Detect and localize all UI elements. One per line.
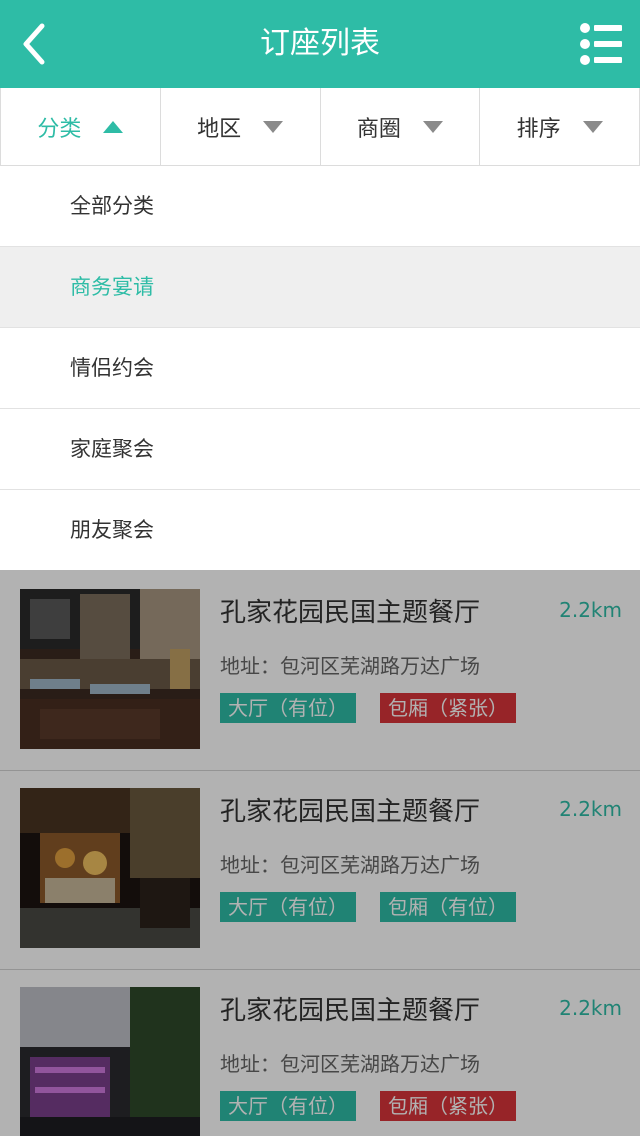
dropdown-option-friends[interactable]: 朋友聚会 <box>0 490 640 570</box>
filter-label: 商圈 <box>356 117 401 142</box>
menu-button[interactable] <box>580 22 624 66</box>
filter-label: 排序 <box>516 117 561 142</box>
app-header: 订座列表 <box>0 0 640 88</box>
filter-label: 地区 <box>197 117 242 142</box>
filter-label: 分类 <box>37 117 82 142</box>
dropdown-option-all[interactable]: 全部分类 <box>0 166 640 247</box>
filter-bar: 分类 地区 商圈 排序 <box>0 88 640 166</box>
page: 订座列表 分类 地区 商圈 排序 孔家花园民国主题餐厅 2.2km 地址：包河区… <box>0 0 640 1136</box>
filter-category[interactable]: 分类 <box>0 88 161 166</box>
filter-region[interactable]: 地区 <box>161 88 321 166</box>
list-menu-icon <box>580 23 622 65</box>
triangle-up-icon <box>103 121 124 133</box>
triangle-down-icon <box>422 121 443 133</box>
triangle-down-icon <box>582 121 603 133</box>
dropdown-option-family[interactable]: 家庭聚会 <box>0 409 640 490</box>
dropdown-option-couple[interactable]: 情侣约会 <box>0 328 640 409</box>
triangle-down-icon <box>263 121 284 133</box>
filter-business-district[interactable]: 商圈 <box>321 88 481 166</box>
category-dropdown: 全部分类 商务宴请 情侣约会 家庭聚会 朋友聚会 <box>0 166 640 570</box>
page-title: 订座列表 <box>260 26 380 61</box>
filter-sort[interactable]: 排序 <box>480 88 640 166</box>
dropdown-option-business[interactable]: 商务宴请 <box>0 247 640 328</box>
